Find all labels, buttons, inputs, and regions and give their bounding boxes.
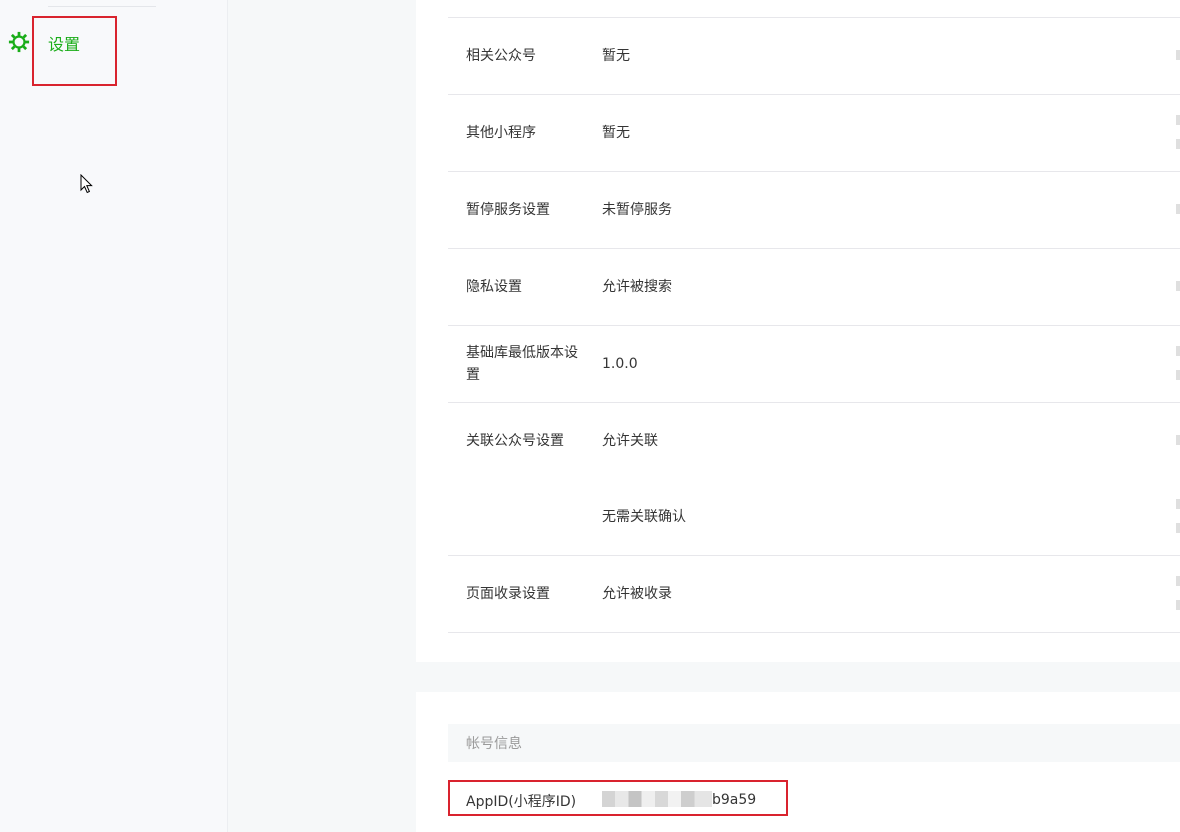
row-label: 页面收录设置 — [466, 586, 550, 602]
row-label: 隐私设置 — [466, 279, 522, 295]
row-edge-mark — [1176, 115, 1180, 125]
table-row: 页面收录设置 允许被收录 — [448, 556, 1180, 633]
sidebar-item-settings[interactable]: 设置 — [0, 24, 227, 64]
row-edge-mark — [1176, 204, 1180, 214]
content-gutter — [228, 0, 416, 832]
row-value: 暂无 — [602, 48, 630, 64]
appid-value: b9a59 — [602, 791, 756, 808]
table-row: 相关公众号 暂无 — [448, 18, 1180, 95]
row-value: 1.0.0 — [602, 356, 638, 372]
row-edge-mark — [1176, 600, 1180, 610]
row-edge-mark — [1176, 435, 1180, 445]
account-info-card: 帐号信息 AppID(小程序ID) b9a59 — [416, 692, 1180, 832]
row-value-secondary: 无需关联确认 — [602, 509, 686, 525]
row-label: 相关公众号 — [466, 48, 536, 64]
mouse-cursor-icon — [80, 174, 93, 194]
row-label: 关联公众号设置 — [466, 433, 564, 449]
appid-row: AppID(小程序ID) b9a59 — [448, 782, 1180, 820]
row-edge-mark — [1176, 370, 1180, 380]
table-row: 基础库最低版本设置 1.0.0 — [448, 326, 1180, 403]
row-edge-mark — [1176, 281, 1180, 291]
row-edge-mark — [1176, 139, 1180, 149]
row-edge-mark — [1176, 346, 1180, 356]
row-label: 暂停服务设置 — [466, 202, 550, 218]
table-row — [448, 0, 1180, 18]
row-value: 暂无 — [602, 125, 630, 141]
section-header: 帐号信息 — [448, 724, 1180, 762]
row-value: 允许被收录 — [602, 586, 672, 602]
table-row: 隐私设置 允许被搜索 — [448, 249, 1180, 326]
table-row: 关联公众号设置 允许关联 无需关联确认 — [448, 403, 1180, 556]
row-edge-mark — [1176, 576, 1180, 586]
table-row: 其他小程序 暂无 — [448, 95, 1180, 172]
row-label: 其他小程序 — [466, 125, 536, 141]
sidebar: 设置 — [0, 0, 228, 832]
row-label: 基础库最低版本设置 — [466, 345, 578, 383]
sidebar-divider — [48, 6, 156, 7]
redacted-mosaic — [602, 791, 712, 807]
row-value: 未暂停服务 — [602, 202, 672, 218]
appid-visible-suffix: b9a59 — [712, 792, 757, 808]
section-title: 帐号信息 — [466, 736, 522, 752]
row-edge-mark — [1176, 499, 1180, 509]
row-value: 允许关联 — [602, 433, 658, 449]
appid-label: AppID(小程序ID) — [466, 794, 577, 810]
row-edge-mark — [1176, 50, 1180, 60]
settings-card: 相关公众号 暂无 其他小程序 暂无 暂停服务设置 未暂停服务 隐私设置 允许被搜… — [416, 0, 1180, 662]
row-value: 允许被搜索 — [602, 279, 672, 295]
table-row: 暂停服务设置 未暂停服务 — [448, 172, 1180, 249]
sidebar-item-settings-label: 设置 — [48, 35, 81, 54]
gear-icon — [8, 31, 30, 53]
row-edge-mark — [1176, 523, 1180, 533]
